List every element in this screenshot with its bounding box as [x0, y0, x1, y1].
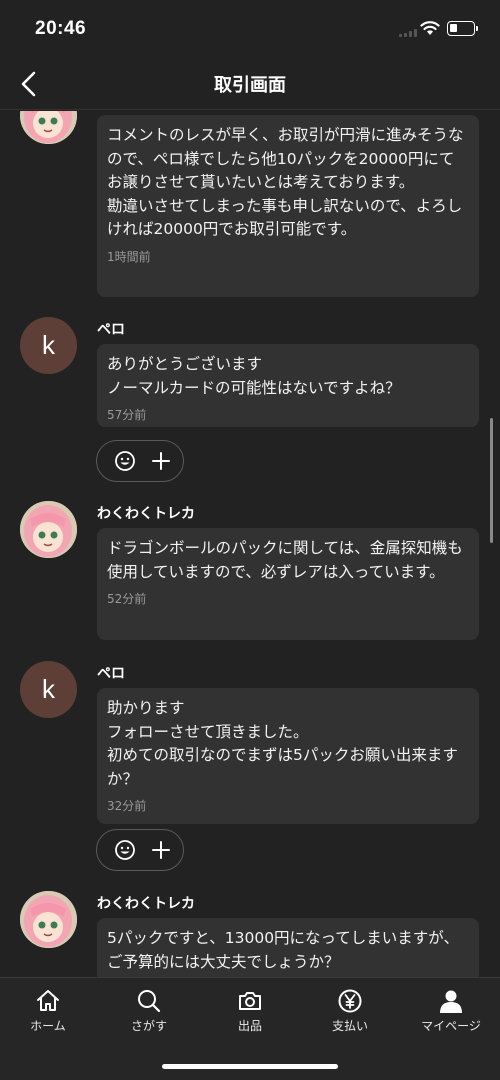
- tab-label: マイページ: [421, 1019, 481, 1033]
- message-bubble: ありがとうございます ノーマルカードの可能性はないですよね？ 57分前: [97, 344, 479, 427]
- reaction-button[interactable]: [96, 440, 184, 482]
- navigation-header: 取引画面: [0, 60, 500, 110]
- message-text: ドラゴンボールのパックに関しては、金属探知機も使用していますので、必ずレアは入っ…: [107, 539, 463, 581]
- message-time: 32分前: [107, 799, 147, 813]
- home-indicator: [162, 1064, 338, 1069]
- message-time: 57分前: [107, 408, 147, 422]
- sender-name: ペロ: [97, 666, 125, 682]
- tab-label: ホーム: [30, 1019, 66, 1033]
- plus-icon: [152, 452, 170, 470]
- scrollbar[interactable]: [490, 418, 493, 543]
- tab-sell[interactable]: 出品: [200, 988, 300, 1048]
- smiley-icon: [115, 451, 135, 471]
- anime-girl-avatar-icon: [20, 111, 77, 144]
- buyer-avatar[interactable]: k: [20, 317, 77, 374]
- cellular-signal-icon: [399, 29, 419, 37]
- message-text: 5パックですと、13000円になってしまいますが、ご予算的には大丈夫でしょうか？: [107, 929, 459, 971]
- message-time: 52分前: [107, 592, 147, 606]
- reaction-button[interactable]: [96, 829, 184, 871]
- yen-icon: [338, 989, 362, 1013]
- seller-avatar[interactable]: [20, 501, 77, 558]
- anime-girl-avatar-icon: [20, 891, 77, 948]
- message-bubble: 5パックですと、13000円になってしまいますが、ご予算的には大丈夫でしょうか？: [97, 918, 479, 977]
- buyer-avatar[interactable]: k: [20, 661, 77, 718]
- anime-girl-avatar-icon: [20, 501, 77, 558]
- smiley-icon: [115, 840, 135, 860]
- message-bubble: 助かります フォローさせて頂きました。 初めての取引なのでまずは5パックお願い出…: [97, 688, 479, 824]
- message-bubble: コメントのレスが早く、お取引が円滑に進みそうなので、ペロ様でしたら他10パックを…: [97, 115, 479, 297]
- sender-name: わくわくトレカ: [97, 506, 195, 522]
- tab-home[interactable]: ホーム: [0, 988, 98, 1048]
- search-icon: [138, 990, 161, 1013]
- message-text: 助かります フォローさせて頂きました。 初めての取引なのでまずは5パックお願い出…: [107, 699, 458, 788]
- wifi-icon: [420, 21, 440, 35]
- avatar-letter: k: [42, 330, 55, 360]
- message-text: コメントのレスが早く、お取引が円滑に進みそうなので、ペロ様でしたら他10パックを…: [107, 126, 464, 238]
- message-time: 1時間前: [107, 249, 151, 264]
- avatar-letter: k: [42, 674, 55, 704]
- status-time: 20:46: [35, 18, 87, 39]
- message-text: ありがとうございます ノーマルカードの可能性はないですよね？: [107, 355, 401, 397]
- home-icon: [37, 990, 59, 1011]
- chat-thread[interactable]: コメントのレスが早く、お取引が円滑に進みそうなので、ペロ様でしたら他10パックを…: [0, 111, 500, 977]
- tab-mypage[interactable]: マイページ: [401, 988, 500, 1048]
- tab-label: 出品: [237, 1019, 262, 1033]
- battery-icon: [447, 21, 478, 36]
- status-bar: 20:46: [0, 0, 500, 60]
- sender-name: わくわくトレカ: [97, 896, 195, 912]
- person-icon: [440, 990, 462, 1013]
- tab-payment[interactable]: 支払い: [300, 988, 400, 1048]
- tab-label: さがす: [130, 1019, 167, 1033]
- message-bubble: ドラゴンボールのパックに関しては、金属探知機も使用していますので、必ずレアは入っ…: [97, 528, 479, 640]
- camera-icon: [239, 992, 261, 1010]
- sender-name: ペロ: [97, 322, 125, 338]
- page-title: 取引画面: [214, 75, 286, 96]
- tab-label: 支払い: [331, 1019, 368, 1033]
- seller-avatar[interactable]: [20, 891, 77, 948]
- plus-icon: [152, 841, 170, 859]
- tab-search[interactable]: さがす: [99, 988, 199, 1048]
- seller-avatar[interactable]: [20, 111, 77, 144]
